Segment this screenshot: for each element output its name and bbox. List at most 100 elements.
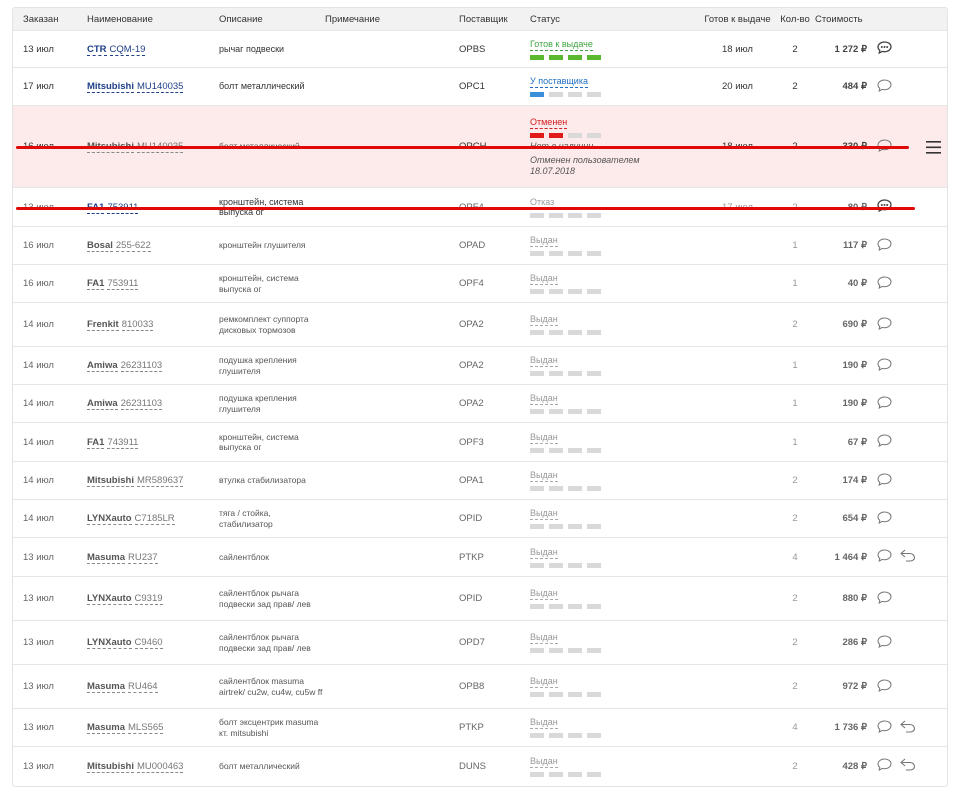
- part-number-link[interactable]: 26231103: [120, 360, 163, 372]
- comment-icon[interactable]: [877, 316, 892, 333]
- cost: 972 ₽: [815, 664, 877, 709]
- note-cell: [325, 384, 459, 423]
- status-label[interactable]: Выдан: [530, 235, 558, 247]
- cost: 174 ₽: [815, 461, 877, 500]
- brand-link[interactable]: FA1: [87, 436, 105, 449]
- brand-link[interactable]: Mitsubishi: [87, 760, 134, 773]
- note-cell: [325, 537, 459, 577]
- status-cell: Готов к выдаче: [530, 30, 700, 68]
- brand-link[interactable]: CTR: [87, 43, 107, 56]
- brand-link[interactable]: Masuma: [87, 722, 126, 734]
- status-label[interactable]: Выдан: [530, 355, 558, 367]
- part-number-link[interactable]: RU237: [128, 551, 158, 564]
- part-number-link[interactable]: 255-622: [115, 240, 151, 252]
- status-label[interactable]: Выдан: [530, 588, 558, 600]
- comment-icon[interactable]: [877, 78, 892, 95]
- return-icon[interactable]: [900, 720, 916, 736]
- comment-icon[interactable]: [877, 549, 892, 565]
- part-number-link[interactable]: C7185LR: [134, 513, 175, 525]
- comment-icon[interactable]: [877, 237, 892, 254]
- part-number-link[interactable]: 743911: [107, 436, 139, 449]
- brand-link[interactable]: Frenkit: [87, 319, 119, 331]
- status-label[interactable]: Выдан: [530, 432, 558, 444]
- part-number-link[interactable]: CQM-19: [109, 43, 146, 56]
- status-label[interactable]: Выдан: [530, 717, 558, 729]
- brand-link[interactable]: Mitsubishi: [87, 81, 134, 93]
- brand-link[interactable]: LYNXauto: [87, 593, 132, 605]
- comment-icon[interactable]: [877, 395, 892, 412]
- status-label[interactable]: Выдан: [530, 676, 558, 688]
- part-name-cell: Bosal 255-622: [87, 226, 219, 265]
- status-label[interactable]: Выдан: [530, 314, 558, 326]
- table-row: 13 июл LYNXauto C9460 сайлентблок рычага по…: [13, 620, 947, 665]
- comment-icon[interactable]: [877, 41, 892, 57]
- status-label[interactable]: У поставщика: [530, 76, 588, 88]
- part-number-link[interactable]: 810033: [121, 319, 154, 331]
- part-number-link[interactable]: MLS565: [128, 722, 164, 734]
- status-label[interactable]: Выдан: [530, 470, 558, 482]
- status-label[interactable]: Готов к выдаче: [530, 39, 593, 51]
- order-date: 16 июл: [13, 264, 87, 303]
- part-number-link[interactable]: C9319: [134, 593, 163, 605]
- brand-link[interactable]: Mitsubishi: [87, 475, 134, 487]
- actions-cell: [877, 422, 947, 462]
- part-number-link[interactable]: 26231103: [120, 398, 163, 410]
- brand-link[interactable]: FA1: [87, 278, 105, 290]
- progress-step: [549, 330, 563, 335]
- cost: 880 ₽: [815, 576, 877, 621]
- status-label[interactable]: Выдан: [530, 756, 558, 768]
- comment-icon[interactable]: [877, 472, 892, 489]
- brand-link[interactable]: Amiwa: [87, 398, 118, 410]
- supplier-code: OPA2: [459, 346, 530, 385]
- quantity: 2: [775, 30, 815, 68]
- comment-icon[interactable]: [877, 634, 892, 651]
- status-label[interactable]: Выдан: [530, 273, 558, 285]
- brand-link[interactable]: LYNXauto: [87, 637, 132, 649]
- order-date: 17 июл: [13, 67, 87, 106]
- part-number-link[interactable]: 753911: [107, 278, 139, 290]
- order-date: 14 июл: [13, 461, 87, 500]
- comment-icon[interactable]: [877, 434, 892, 450]
- part-number-link[interactable]: MU000463: [136, 760, 184, 773]
- supplier-code: OPA2: [459, 302, 530, 347]
- status-cell: Выдан: [530, 499, 700, 538]
- status-label[interactable]: Выдан: [530, 508, 558, 520]
- part-number-link[interactable]: MR589637: [136, 475, 184, 487]
- comment-icon[interactable]: [877, 590, 892, 607]
- return-icon[interactable]: [900, 758, 916, 774]
- status-progress: [530, 771, 700, 777]
- brand-link[interactable]: Masuma: [87, 681, 126, 693]
- status-cell: Выдан: [530, 576, 700, 621]
- part-number-link[interactable]: C9460: [134, 637, 163, 649]
- progress-step: [568, 771, 582, 777]
- hamburger-menu-icon[interactable]: [926, 141, 941, 159]
- status-label[interactable]: Выдан: [530, 393, 558, 405]
- return-icon[interactable]: [900, 549, 916, 565]
- status-label[interactable]: Отменен: [530, 117, 568, 129]
- description-cell: подушка крепления глушителя: [219, 346, 325, 385]
- brand-link[interactable]: LYNXauto: [87, 513, 132, 525]
- note-cell: [325, 576, 459, 621]
- brand-link[interactable]: Amiwa: [87, 360, 118, 372]
- actions-cell: [877, 346, 947, 385]
- brand-link[interactable]: Bosal: [87, 240, 113, 252]
- comment-icon[interactable]: [877, 719, 892, 736]
- part-number-link[interactable]: RU464: [128, 681, 158, 693]
- status-label[interactable]: Выдан: [530, 632, 558, 644]
- ready-date: [700, 264, 775, 303]
- part-description: кронштейн, система выпуска ог: [219, 273, 299, 294]
- comment-icon[interactable]: [877, 510, 892, 527]
- description-cell: болт эксцентрик masuma кт. mitsubishi: [219, 708, 325, 747]
- note-cell: [325, 499, 459, 538]
- table-row: 13 июл Mitsubishi MU000463 болт металлическ…: [13, 746, 947, 786]
- brand-link[interactable]: Masuma: [87, 551, 126, 564]
- comment-icon[interactable]: [877, 758, 892, 774]
- comment-icon[interactable]: [877, 275, 892, 292]
- status-progress: [530, 132, 700, 138]
- comment-icon[interactable]: [877, 357, 892, 374]
- ready-date: [700, 302, 775, 347]
- status-label[interactable]: Выдан: [530, 547, 558, 559]
- comment-icon[interactable]: [877, 678, 892, 695]
- progress-step: [568, 371, 582, 376]
- part-number-link[interactable]: MU140035: [136, 81, 184, 93]
